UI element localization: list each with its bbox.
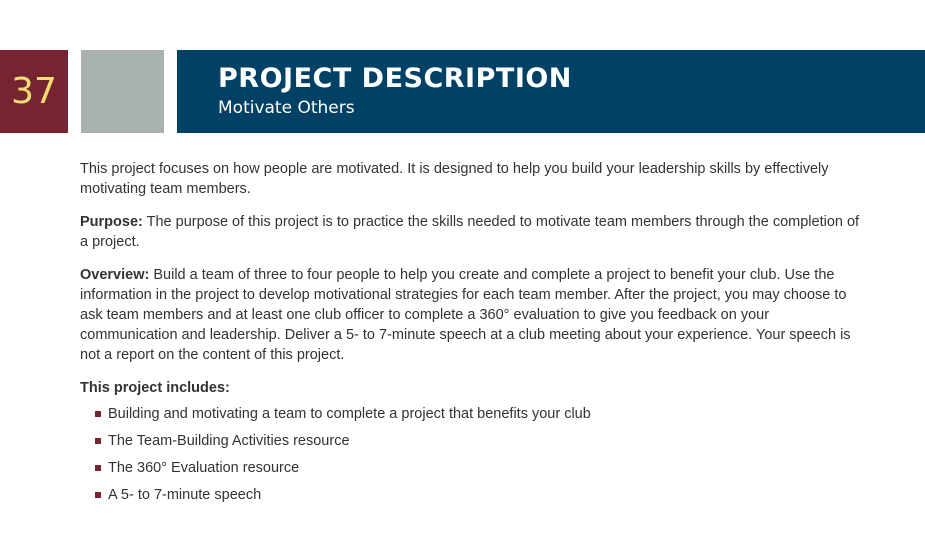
bullet-icon: [95, 411, 101, 417]
purpose-label: Purpose:: [80, 214, 143, 230]
overview-text: Build a team of three to four people to …: [80, 267, 851, 363]
list-item: The Team-Building Activities resource: [95, 431, 860, 458]
list-item-text: The 360° Evaluation resource: [108, 460, 300, 476]
list-item-text: A 5- to 7-minute speech: [108, 487, 262, 503]
project-description-body: This project focuses on how people are m…: [80, 159, 860, 512]
includes-heading: This project includes:: [80, 380, 230, 396]
intro-paragraph: This project focuses on how people are m…: [80, 161, 829, 197]
overview-paragraph: Overview: Build a team of three to four …: [80, 265, 860, 365]
page-title: PROJECT DESCRIPTION: [218, 63, 572, 94]
includes-list: Building and motivating a team to comple…: [80, 404, 860, 512]
bullet-icon: [95, 465, 101, 471]
decorative-gray-block: [81, 50, 164, 133]
list-item-text: The Team-Building Activities resource: [108, 433, 350, 449]
header-banner: PROJECT DESCRIPTION Motivate Others: [177, 50, 925, 133]
overview-label: Overview:: [80, 267, 150, 283]
list-item: A 5- to 7-minute speech: [95, 485, 860, 512]
page-subtitle: Motivate Others: [218, 98, 355, 118]
list-item: The 360° Evaluation resource: [95, 458, 860, 485]
list-item: Building and motivating a team to comple…: [95, 404, 860, 431]
bullet-icon: [95, 438, 101, 444]
purpose-paragraph: Purpose: The purpose of this project is …: [80, 212, 860, 252]
list-item-text: Building and motivating a team to comple…: [108, 406, 591, 422]
purpose-text: The purpose of this project is to practi…: [80, 214, 860, 250]
page-number: 37: [0, 50, 68, 133]
bullet-icon: [95, 492, 101, 498]
